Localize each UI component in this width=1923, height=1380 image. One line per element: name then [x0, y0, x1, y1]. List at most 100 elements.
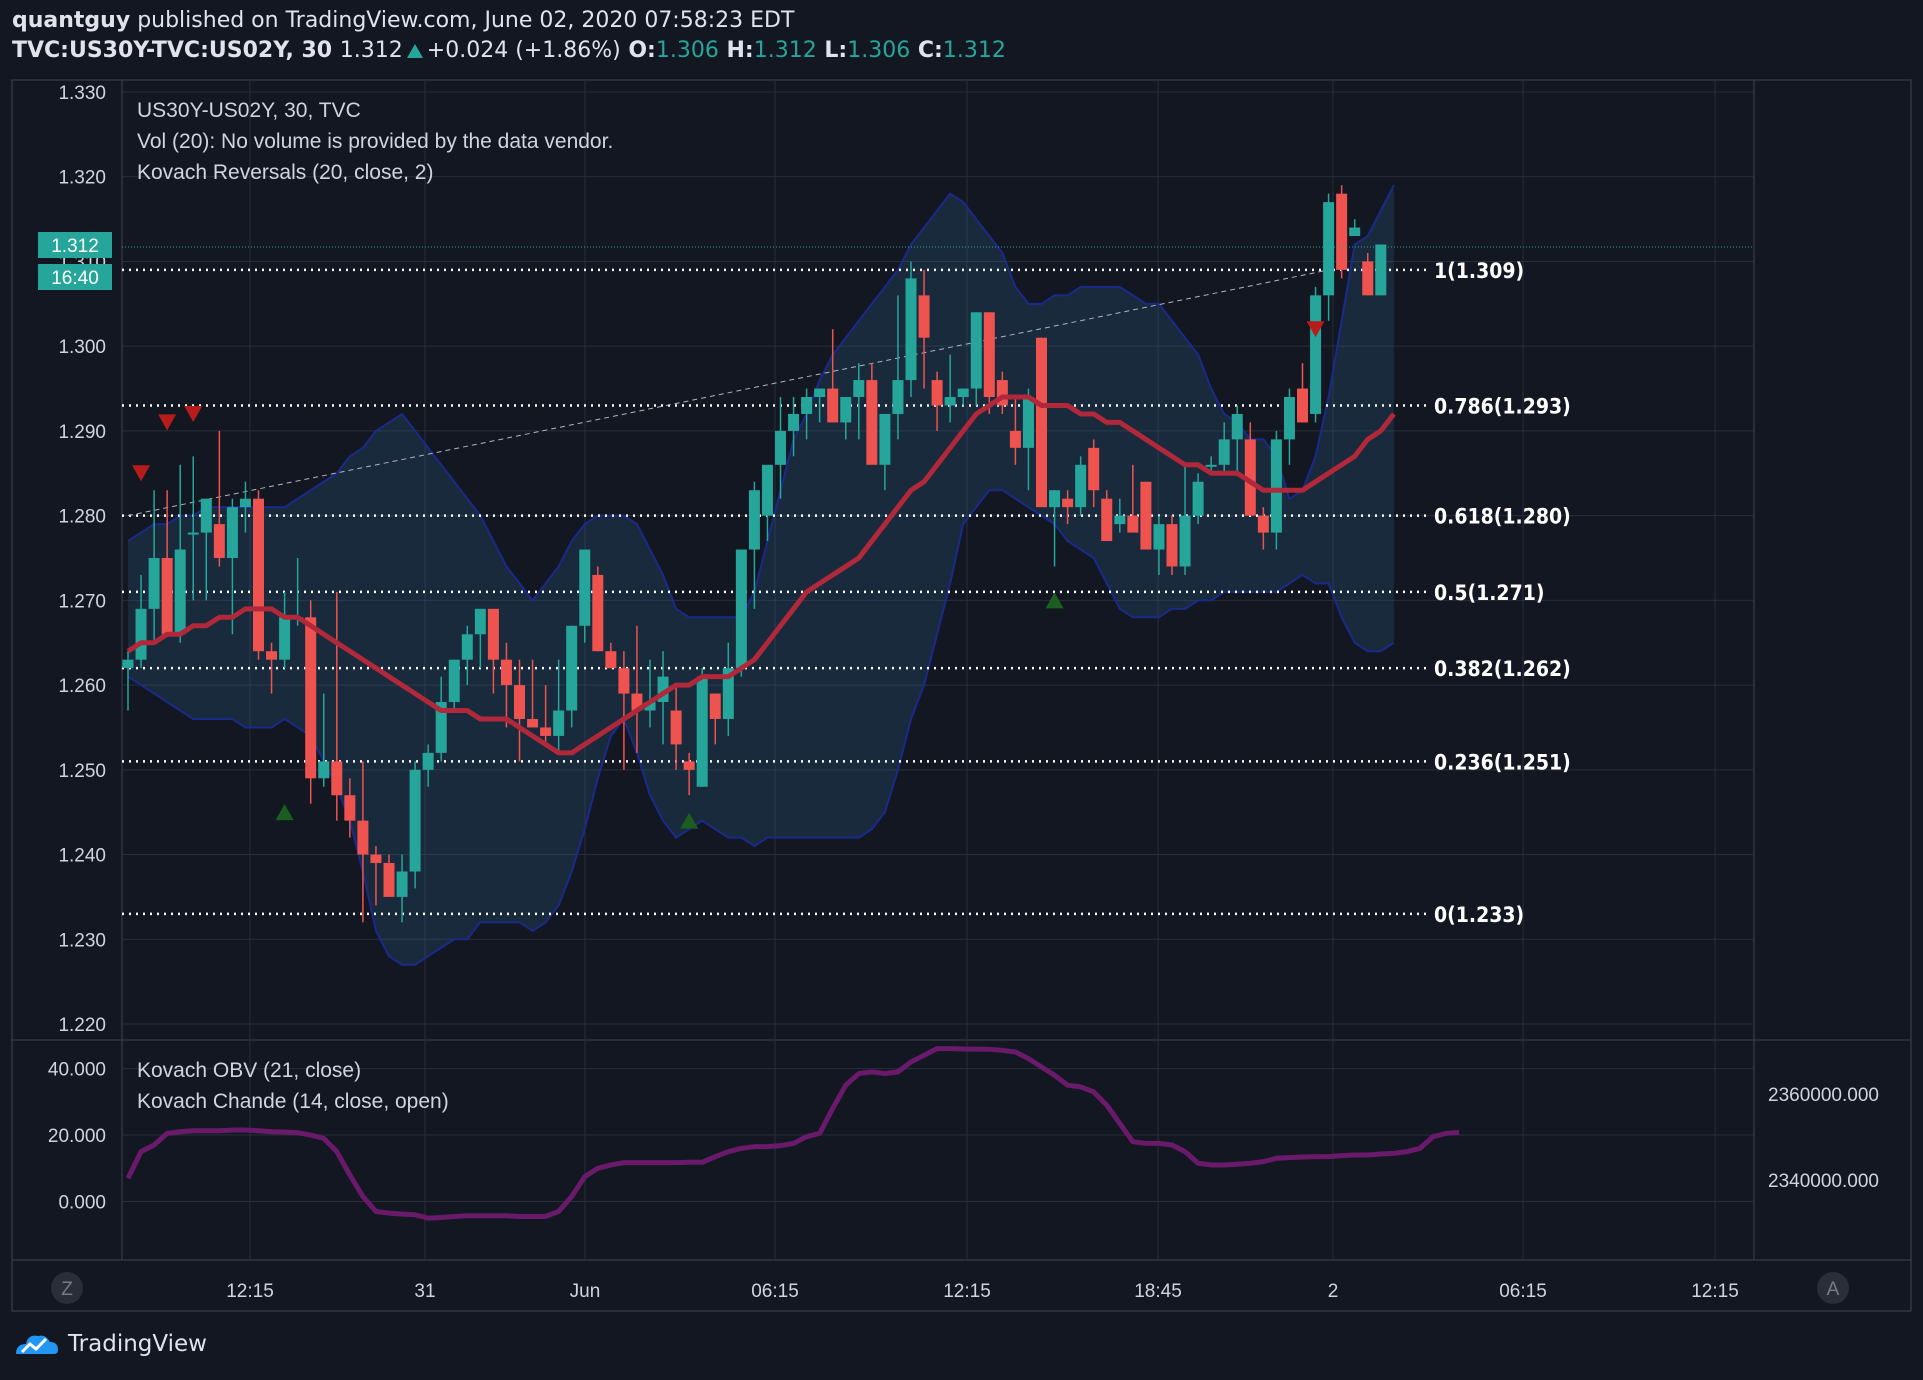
candle-body [1375, 244, 1387, 296]
price-tick-label: 1.280 [58, 507, 106, 528]
candle-body [1362, 261, 1374, 296]
candle-body [1231, 413, 1243, 440]
candle-body [1297, 388, 1308, 423]
candle-body [213, 524, 225, 558]
fib-label: 0.5(1.271) [1434, 581, 1545, 605]
price-tick-label: 1.230 [58, 930, 106, 951]
price-tick-label: 1.300 [58, 337, 106, 358]
candle-body [931, 380, 943, 406]
candle-body [1009, 430, 1021, 448]
price-tick-label: 1.290 [58, 422, 106, 443]
candle-body [761, 464, 773, 516]
candle-body [135, 608, 147, 660]
legend-obv[interactable]: Kovach OBV (21, close) [137, 1059, 361, 1082]
reversal-down-icon [132, 465, 151, 482]
candle-body [422, 752, 434, 770]
price-axis[interactable]: 1.3301.3201.3101.3001.2901.2801.2701.260… [58, 83, 106, 1036]
candle-body [370, 854, 382, 864]
candle-body [918, 295, 930, 338]
tradingview-logo-icon [16, 1335, 58, 1354]
candle-body [318, 761, 330, 779]
candle-body [461, 634, 473, 660]
candle-body [474, 608, 486, 635]
kovach-bands [127, 184, 1395, 966]
fib-label: 0.382(1.262) [1434, 657, 1571, 681]
candle-body [187, 532, 199, 535]
price-tick-label: 1.320 [58, 168, 106, 189]
candle-body [122, 659, 134, 669]
candle-body [1179, 515, 1191, 567]
time-tick-label: 18:45 [1134, 1281, 1182, 1302]
legend-chande[interactable]: Kovach Chande (14, close, open) [137, 1090, 449, 1113]
candle-body [200, 498, 212, 533]
legend-symbol[interactable]: US30Y-US02Y, 30, TVC [137, 99, 361, 122]
reversal-down-icon [184, 405, 203, 422]
candle-body [344, 795, 356, 821]
candle-body [1127, 515, 1139, 533]
candle-body [331, 761, 343, 796]
obv-tick-label: 20.000 [48, 1126, 106, 1147]
candle-body [1270, 439, 1282, 533]
time-tick-label: Jun [570, 1281, 601, 1302]
time-tick-label: 2 [1328, 1281, 1339, 1302]
candle-body [487, 608, 499, 660]
candle-body [266, 651, 278, 660]
obv-right-tick-label: 2340000.000 [1768, 1171, 1879, 1192]
obv-right-tick-label: 2360000.000 [1768, 1085, 1879, 1106]
candle-body [1336, 193, 1348, 270]
time-axis[interactable]: 12:15 31 Jun 06:15 12:15 18:45 2 06:15 12:15 [226, 1281, 1739, 1302]
candle-body [957, 388, 969, 398]
time-tick-label: 12:15 [226, 1281, 274, 1302]
legend-reversals[interactable]: Kovach Reversals (20, close, 2) [137, 161, 433, 184]
candle-body [579, 549, 591, 626]
fib-label: 0.786(1.293) [1434, 394, 1571, 418]
candle-body [1075, 464, 1087, 508]
price-tag-value: 1.312 [51, 236, 99, 257]
candle-body [748, 490, 760, 550]
candle-body [239, 498, 251, 508]
candle-body [305, 617, 317, 779]
brand-name: TradingView [68, 1331, 207, 1357]
legend-volume[interactable]: Vol (20): No volume is provided by the d… [137, 130, 613, 153]
candle-body [696, 676, 708, 787]
candle-body [527, 718, 539, 728]
candle-body [409, 769, 421, 872]
price-tick-label: 1.330 [58, 83, 106, 104]
chart-canvas[interactable]: 1(1.309) 0.786(1.293) 0.618(1.280) 0.5(1.27… [0, 0, 1923, 1380]
candle-body [174, 549, 186, 635]
candle-body [1101, 498, 1113, 542]
fib-label: 0.236(1.251) [1434, 750, 1571, 774]
candle-body [1036, 337, 1047, 508]
z-label: Z [61, 1279, 73, 1300]
candle-body [1062, 498, 1074, 508]
candle-body [944, 397, 956, 406]
candle-body [1192, 481, 1204, 516]
candle-body [553, 710, 565, 736]
time-tick-label: 12:15 [1691, 1281, 1739, 1302]
candle-body [148, 558, 160, 609]
candle-body [592, 574, 604, 652]
candle-body [226, 507, 238, 558]
candle-body [383, 863, 395, 897]
candle-body [905, 278, 917, 381]
candle-body [775, 430, 786, 465]
candle-body [709, 693, 721, 719]
time-tick-label: 06:15 [751, 1281, 799, 1302]
candle-body [983, 312, 995, 398]
candle-body [879, 413, 891, 465]
reversal-down-icon [158, 414, 177, 431]
price-tick-label: 1.250 [58, 761, 106, 782]
candle-body [670, 710, 682, 745]
footer[interactable]: TradingView [12, 1330, 207, 1358]
reversal-up-icon [275, 804, 294, 821]
candle-body [540, 727, 552, 736]
candle-body [396, 871, 408, 897]
candle-body [840, 397, 852, 423]
candle-body [801, 397, 813, 414]
price-tick-label: 1.260 [58, 676, 106, 697]
candle-body [827, 388, 839, 423]
fib-label: 0.618(1.280) [1434, 505, 1571, 529]
candle-body [279, 617, 291, 660]
fib-label: 1(1.309) [1434, 259, 1524, 283]
candle-body [1349, 227, 1361, 237]
